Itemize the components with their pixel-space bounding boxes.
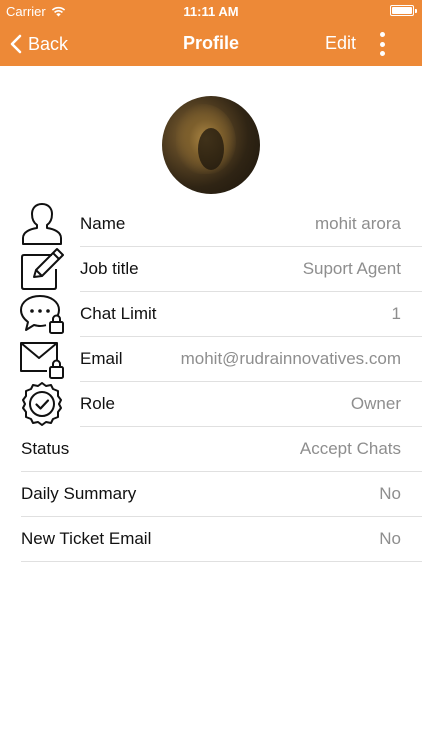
avatar[interactable] [162, 96, 260, 194]
person-icon [18, 202, 66, 246]
field-value: No [379, 484, 401, 503]
field-row-status[interactable]: Status Accept Chats [21, 427, 422, 472]
badge-check-icon [18, 382, 66, 426]
field-value: No [379, 529, 401, 548]
field-label: Role [80, 394, 115, 413]
field-row-email[interactable]: Email mohit@rudrainnovatives.com [80, 337, 422, 382]
field-label: Status [21, 439, 70, 458]
field-label: Email [80, 349, 123, 368]
field-value: Suport Agent [302, 259, 401, 278]
field-value: 1 [391, 304, 401, 323]
field-label: Job title [80, 259, 139, 278]
field-row-name[interactable]: Name mohit arora [80, 202, 422, 247]
field-value: Accept Chats [299, 439, 401, 458]
field-row-chat-limit[interactable]: Chat Limit 1 [80, 292, 422, 337]
field-label: Chat Limit [80, 304, 157, 323]
status-bar: Carrier 11:11 AM [0, 0, 422, 22]
nav-bar: Back Profile Edit [0, 22, 422, 66]
field-row-role[interactable]: Role Owner [80, 382, 422, 427]
page-title: Profile [182, 33, 239, 53]
field-row-new-ticket-email[interactable]: New Ticket Email No [21, 517, 422, 562]
field-row-job-title[interactable]: Job title Suport Agent [80, 247, 422, 292]
field-value: Owner [350, 394, 401, 413]
battery-icon [390, 5, 417, 16]
field-label: Daily Summary [21, 484, 137, 503]
envelope-lock-icon [18, 337, 66, 381]
field-value: mohit arora [315, 214, 401, 233]
field-label: Name [80, 214, 126, 233]
field-value: mohit@rudrainnovatives.com [180, 349, 401, 368]
pencil-edit-icon [18, 247, 66, 291]
more-options-icon[interactable] [376, 31, 388, 57]
status-time: 11:11 AM [183, 4, 239, 19]
header-bar: Carrier 11:11 AM Back Profile Edit [0, 0, 422, 66]
chat-bubble-lock-icon [18, 292, 66, 336]
field-label: New Ticket Email [21, 529, 152, 548]
edit-button[interactable]: Edit [325, 33, 356, 54]
field-row-daily-summary[interactable]: Daily Summary No [21, 472, 422, 517]
